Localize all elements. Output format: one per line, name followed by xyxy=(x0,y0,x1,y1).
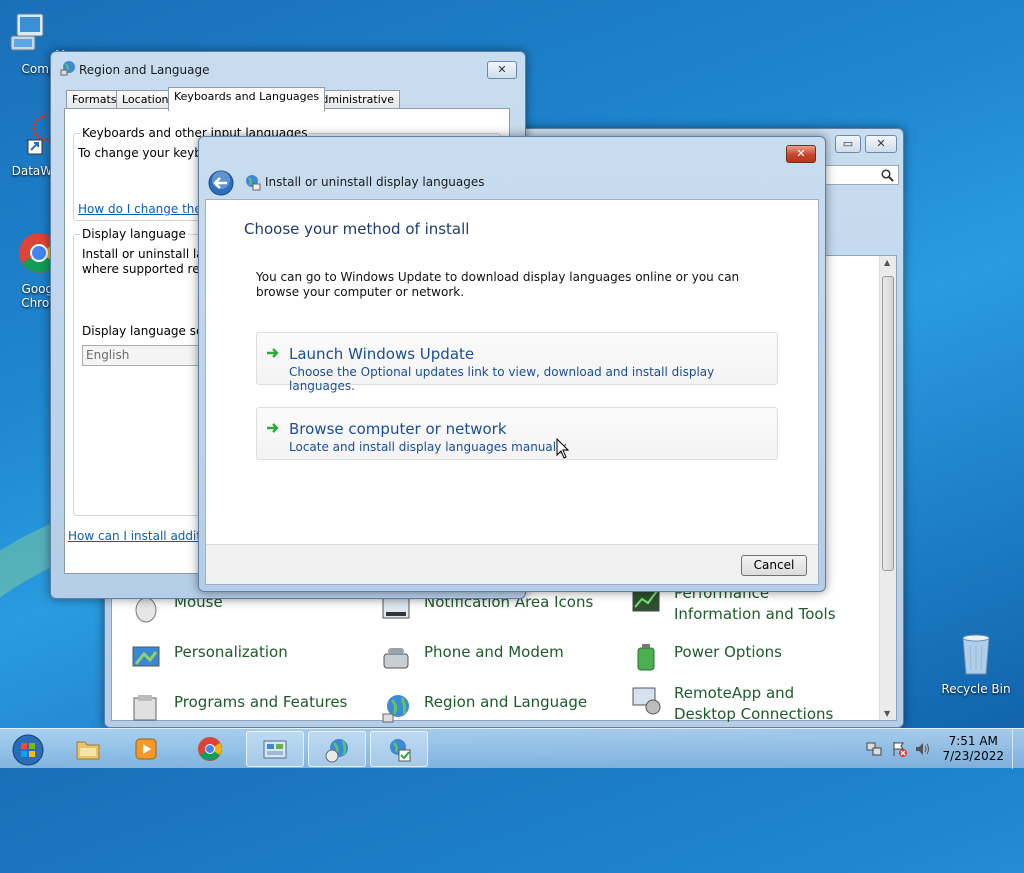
tab-keyboards-languages[interactable]: Keyboards and Languages xyxy=(168,87,326,111)
cp-item-label: Region and Language xyxy=(424,693,588,711)
cp-item-remoteapp[interactable]: RemoteApp and Desktop Connections xyxy=(630,683,860,725)
desktop-icon-recycle-bin[interactable]: Recycle Bin xyxy=(938,630,1014,696)
dialog-content: Choose your method of install You can go… xyxy=(205,199,819,585)
cp-item-label: Programs and Features xyxy=(174,693,348,711)
cp-item-region-language[interactable]: Region and Language xyxy=(380,692,587,724)
cancel-button[interactable]: Cancel xyxy=(741,555,807,576)
taskbar-media-player[interactable] xyxy=(118,731,176,767)
display-language-select-label: Display language se xyxy=(82,324,204,338)
computer-icon xyxy=(10,13,44,51)
dialog-intro: You can go to Windows Update to download… xyxy=(256,270,740,299)
display-text-line: Install or uninstall la xyxy=(82,247,204,261)
control-panel-icon xyxy=(263,740,287,759)
green-arrow-icon xyxy=(267,348,279,358)
cp-item-power-options[interactable]: Power Options xyxy=(630,642,782,674)
vertical-scrollbar[interactable]: ▲ ▼ xyxy=(879,256,896,720)
option-title: Browse computer or network xyxy=(289,420,507,438)
mouse-cursor-icon xyxy=(556,438,570,459)
dialog-heading: Choose your method of install xyxy=(244,220,470,238)
taskbar-control-panel[interactable] xyxy=(246,731,304,767)
cp-item-personalization[interactable]: Personalization xyxy=(130,642,288,674)
close-button[interactable]: ✕ xyxy=(865,135,897,153)
remoteapp-icon xyxy=(632,687,661,715)
install-languages-dialog: ✕ Install or uninstall display languages… xyxy=(198,136,826,592)
cp-item-label: Personalization xyxy=(174,643,288,661)
scroll-up-arrow[interactable]: ▲ xyxy=(884,258,890,267)
clock-date: 7/23/2022 xyxy=(942,749,1004,763)
start-orb-icon xyxy=(12,734,44,766)
region-language-icon xyxy=(382,695,409,723)
chrome-icon xyxy=(198,737,222,761)
browse-computer-option[interactable]: Browse computer or network Locate and in… xyxy=(256,407,778,460)
personalization-icon xyxy=(132,646,160,667)
install-additional-link[interactable]: How can I install additi xyxy=(68,529,204,543)
option-description: Locate and install display languages man… xyxy=(289,440,569,454)
desktop-icon-label: Recycle Bin xyxy=(941,682,1011,696)
maximize-button[interactable]: ▭ xyxy=(835,135,861,153)
explorer-icon xyxy=(76,741,100,760)
taskbar-region-language[interactable] xyxy=(308,731,366,767)
keyboards-text: To change your keyb xyxy=(78,146,202,160)
tab-location[interactable]: Location xyxy=(116,90,175,110)
taskbar-install-languages[interactable] xyxy=(370,731,428,767)
taskbar: 7:51 AM 7/23/2022 xyxy=(0,728,1024,769)
region-language-icon xyxy=(325,739,348,763)
display-text-line: where supported rec xyxy=(82,262,207,276)
cp-item-programs-features[interactable]: Programs and Features xyxy=(130,692,347,724)
launch-windows-update-option[interactable]: Launch Windows Update Choose the Optiona… xyxy=(256,332,778,393)
close-button[interactable]: ✕ xyxy=(786,145,816,163)
programs-features-icon xyxy=(133,695,157,721)
display-language-group-label: Display language xyxy=(80,227,188,241)
start-button[interactable] xyxy=(2,731,54,767)
cp-item-label: Phone and Modem xyxy=(424,643,564,661)
back-arrow-icon[interactable] xyxy=(208,170,234,196)
show-desktop-button[interactable] xyxy=(1012,729,1024,769)
option-title: Launch Windows Update xyxy=(289,345,475,363)
green-arrow-icon xyxy=(267,423,279,433)
cp-item-phone-modem[interactable]: Phone and Modem xyxy=(380,642,564,674)
tab-formats[interactable]: Formats xyxy=(66,90,123,110)
install-languages-icon xyxy=(390,739,411,762)
network-icon[interactable] xyxy=(866,741,882,757)
dialog-title: Install or uninstall display languages xyxy=(265,175,485,189)
display-language-icon xyxy=(246,175,261,191)
recycle-bin-icon xyxy=(962,634,990,675)
power-options-icon xyxy=(637,644,655,671)
taskbar-chrome[interactable] xyxy=(182,731,240,767)
display-language-text: Install or uninstall la where supported … xyxy=(82,247,206,277)
scrollbar-thumb[interactable] xyxy=(882,276,894,571)
phone-modem-icon xyxy=(383,648,409,669)
scroll-down-arrow[interactable]: ▼ xyxy=(884,709,890,718)
clock-time: 7:51 AM xyxy=(948,734,998,748)
option-description: Choose the Optional updates link to view… xyxy=(289,365,715,393)
search-icon xyxy=(881,169,894,182)
taskbar-clock[interactable]: 7:51 AM 7/23/2022 xyxy=(942,734,1004,764)
action-center-icon[interactable] xyxy=(891,741,907,757)
dialog-footer: Cancel xyxy=(206,544,818,584)
cp-item-label: Power Options xyxy=(674,643,782,661)
keyboards-help-link[interactable]: How do I change the xyxy=(78,202,202,216)
cp-item-label: RemoteApp and Desktop Connections xyxy=(674,684,834,723)
taskbar-explorer[interactable] xyxy=(60,731,118,767)
volume-icon[interactable] xyxy=(914,741,930,757)
media-player-icon xyxy=(135,738,157,760)
